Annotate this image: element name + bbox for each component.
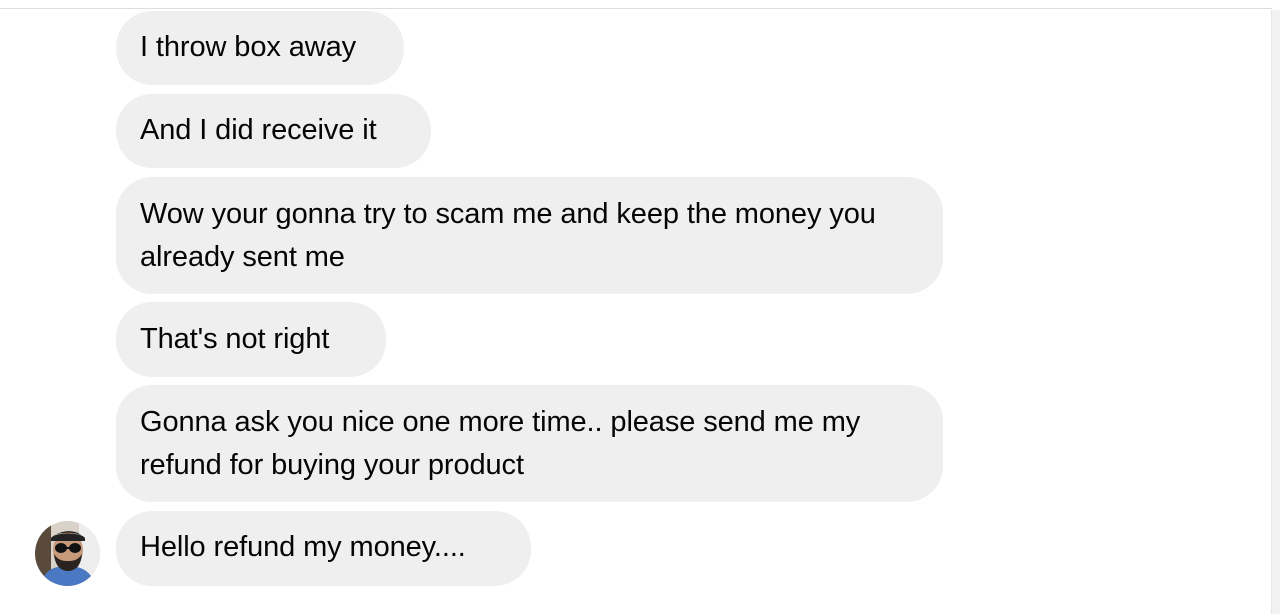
header-divider [0,8,1272,9]
message-thread: I throw box away And I did receive it Wo… [0,0,1280,614]
message-bubble[interactable]: Hello refund my money.... [116,511,531,586]
message-text: Hello refund my money.... [140,531,466,563]
message-text: And I did receive it [140,114,377,146]
message-text: That's not right [140,323,330,355]
message-bubble[interactable]: I throw box away [116,11,404,85]
message-text: I throw box away [140,31,356,63]
message-bubble[interactable]: And I did receive it [116,94,431,168]
sender-avatar[interactable] [35,521,100,586]
message-bubble[interactable]: Wow your gonna try to scam me and keep t… [116,177,943,294]
scrollbar[interactable] [1271,10,1280,614]
message-text: Wow your gonna try to scam me and keep t… [140,198,876,273]
message-bubble[interactable]: That's not right [116,302,386,377]
message-text: Gonna ask you nice one more time.. pleas… [140,406,861,481]
message-bubble[interactable]: Gonna ask you nice one more time.. pleas… [116,385,943,502]
user-avatar-icon [35,521,100,586]
